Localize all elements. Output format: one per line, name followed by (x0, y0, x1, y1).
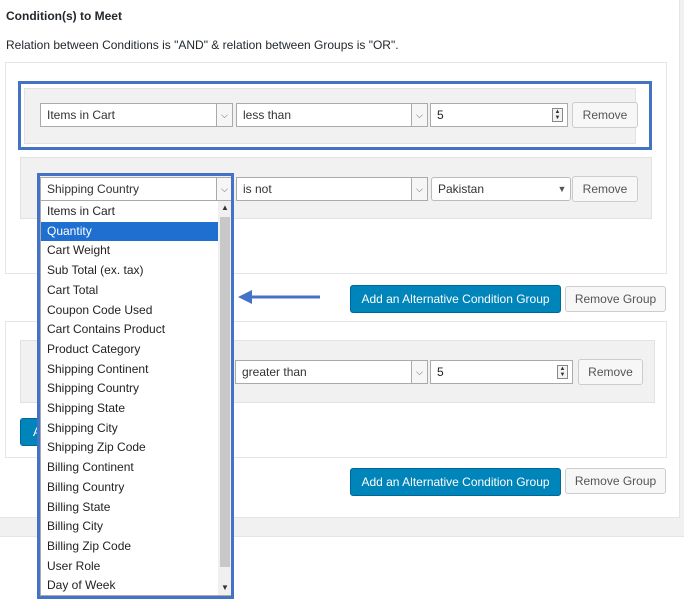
relation-description: Relation between Conditions is "AND" & r… (6, 38, 399, 52)
select-value: is not (243, 182, 272, 196)
remove-condition-button[interactable]: Remove (572, 176, 638, 202)
caret-down-icon: ▼ (554, 178, 570, 200)
remove-group-button[interactable]: Remove Group (565, 468, 666, 494)
condition-operator-select[interactable]: is not ⌵ (236, 177, 428, 201)
arrow-left-icon (238, 290, 320, 304)
country-select[interactable]: Pakistan ▼ (431, 177, 571, 201)
remove-group-button[interactable]: Remove Group (565, 286, 666, 312)
condition-operator-select[interactable]: greater than ⌵ (235, 360, 428, 384)
spinner-icon[interactable]: ▲ ▼ (557, 365, 568, 379)
add-condition-group-button[interactable]: Add an Alternative Condition Group (350, 468, 561, 496)
select-value: Pakistan (438, 182, 485, 196)
condition-value-input[interactable]: 5 ▲ ▼ (430, 360, 573, 384)
select-value: greater than (242, 365, 307, 379)
chevron-down-icon: ⌵ (411, 178, 427, 200)
highlight-box (18, 81, 652, 150)
input-value: 5 (437, 365, 444, 379)
add-condition-group-button[interactable]: Add an Alternative Condition Group (350, 285, 561, 313)
page-title: Condition(s) to Meet (6, 9, 122, 23)
remove-condition-button[interactable]: Remove (578, 359, 643, 385)
dropdown-highlight-box (37, 173, 234, 599)
chevron-down-icon: ⌵ (411, 361, 427, 383)
